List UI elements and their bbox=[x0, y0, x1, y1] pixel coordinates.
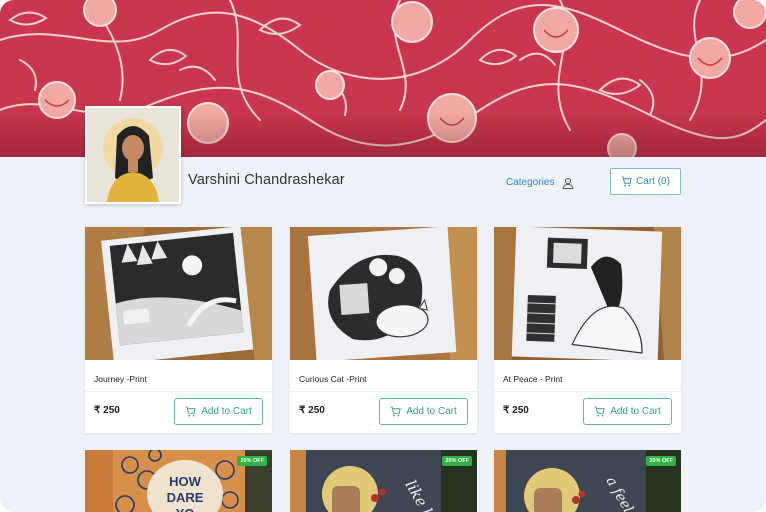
product-image[interactable] bbox=[290, 227, 477, 360]
card-divider bbox=[494, 391, 681, 392]
avatar[interactable] bbox=[85, 106, 181, 204]
product-title[interactable]: Curious Cat -Print bbox=[299, 374, 367, 384]
product-card-journey[interactable]: Journey -Print ₹ 250 Add to Cart bbox=[85, 227, 272, 433]
product-image[interactable] bbox=[494, 227, 681, 360]
add-to-cart-label: Add to Cart bbox=[406, 406, 457, 417]
product-card-at-peace[interactable]: At Peace - Print ₹ 250 Add to Cart bbox=[494, 227, 681, 433]
avatar-illustration bbox=[87, 108, 179, 202]
cart-icon bbox=[185, 406, 196, 417]
user-icon[interactable] bbox=[562, 176, 574, 194]
add-to-cart-label: Add to Cart bbox=[201, 406, 252, 417]
card-divider bbox=[85, 391, 272, 392]
svg-text:DARE: DARE bbox=[167, 490, 204, 505]
product-card-notebook-3[interactable]: a feel 20% OFF bbox=[494, 450, 681, 512]
product-image[interactable] bbox=[85, 227, 272, 360]
product-title[interactable]: Journey -Print bbox=[94, 374, 147, 384]
svg-text:HOW: HOW bbox=[169, 474, 202, 489]
store-name: Varshini Chandrashekar bbox=[188, 172, 345, 188]
product-title[interactable]: At Peace - Print bbox=[503, 374, 563, 384]
add-to-cart-button[interactable]: Add to Cart bbox=[174, 398, 263, 425]
nav-categories-link[interactable]: Categories bbox=[506, 177, 554, 188]
add-to-cart-label: Add to Cart bbox=[610, 406, 661, 417]
product-card-curious-cat[interactable]: Curious Cat -Print ₹ 250 Add to Cart bbox=[290, 227, 477, 433]
discount-badge: 20% OFF bbox=[237, 456, 267, 466]
product-price: ₹ 250 bbox=[503, 405, 529, 416]
add-to-cart-button[interactable]: Add to Cart bbox=[583, 398, 672, 425]
cart-button[interactable]: Cart (0) bbox=[610, 168, 681, 195]
cart-label: Cart (0) bbox=[636, 176, 670, 187]
storefront-page: Varshini Chandrashekar Categories Cart (… bbox=[0, 0, 766, 512]
cart-icon bbox=[390, 406, 401, 417]
card-divider bbox=[290, 391, 477, 392]
discount-badge: 20% OFF bbox=[442, 456, 472, 466]
product-card-notebook-1[interactable]: HOW DARE YO 20% OFF bbox=[85, 450, 272, 512]
add-to-cart-button[interactable]: Add to Cart bbox=[379, 398, 468, 425]
discount-badge: 20% OFF bbox=[646, 456, 676, 466]
svg-text:YO: YO bbox=[176, 506, 195, 512]
product-price: ₹ 250 bbox=[299, 405, 325, 416]
cart-icon bbox=[594, 406, 605, 417]
product-card-notebook-2[interactable]: like lo 20% OFF bbox=[290, 450, 477, 512]
cart-icon bbox=[621, 176, 632, 187]
product-price: ₹ 250 bbox=[94, 405, 120, 416]
